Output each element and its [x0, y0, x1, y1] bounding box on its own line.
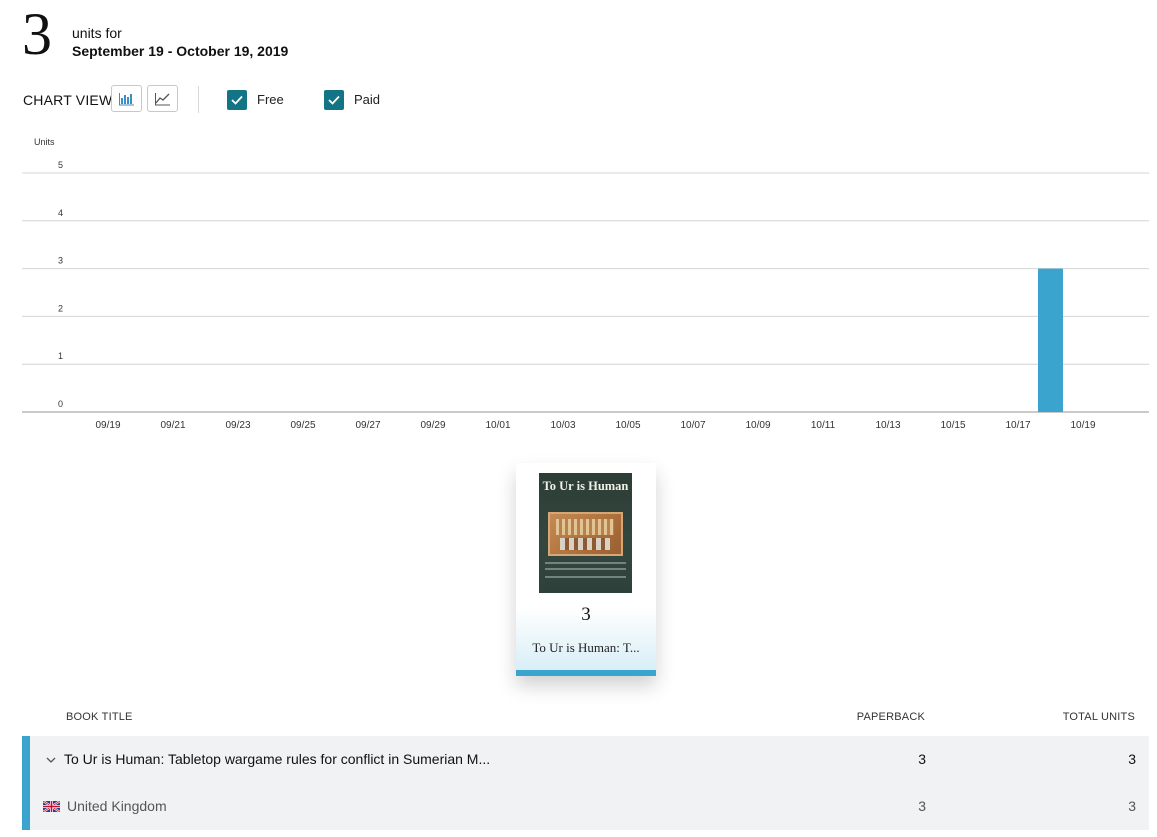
book-card[interactable]: To Ur is Human 3 To Ur is Human: T... [516, 463, 656, 676]
x-tick-label: 10/01 [485, 420, 510, 431]
y-tick-label: 4 [58, 208, 63, 218]
x-tick-label: 09/23 [225, 420, 250, 431]
chart-bars [1038, 268, 1063, 412]
book-row-group: To Ur is Human: Tabletop wargame rules f… [22, 736, 1149, 830]
book-cover-image: To Ur is Human [539, 473, 632, 593]
x-tick-label: 09/25 [290, 420, 315, 431]
paperback-cell: 3 [918, 751, 926, 767]
x-tick-label: 10/11 [811, 420, 836, 431]
column-header-book-title[interactable]: BOOK TITLE [66, 711, 133, 723]
book-cover-art [548, 512, 623, 556]
date-range: September 19 - October 19, 2019 [72, 43, 289, 59]
chart-bar[interactable] [1038, 268, 1063, 412]
chart-view-label: CHART VIEW [23, 92, 113, 108]
line-chart-view-button[interactable] [147, 85, 178, 112]
x-tick-label: 09/27 [355, 420, 380, 431]
x-tick-label: 09/29 [420, 420, 445, 431]
uk-flag-icon [43, 801, 60, 812]
chart-toolbar: CHART VIEW Free Paid [22, 84, 522, 114]
book-card-units: 3 [581, 604, 591, 625]
checkmark-icon [231, 95, 243, 105]
y-tick-label: 3 [58, 256, 63, 266]
x-tick-label: 10/09 [745, 420, 770, 431]
y-axis-label: Units [34, 137, 55, 147]
country-name-cell: United Kingdom [67, 798, 167, 814]
paid-checkbox-label[interactable]: Paid [354, 92, 380, 107]
chart-gridlines: 0 1 2 3 4 5 [22, 160, 1149, 413]
x-tick-label: 10/03 [550, 420, 575, 431]
table-header: BOOK TITLE PAPERBACK TOTAL UNITS [22, 705, 1149, 729]
column-header-total-units[interactable]: TOTAL UNITS [1063, 711, 1135, 723]
x-tick-label: 09/21 [160, 420, 185, 431]
total-units-number: 3 [22, 1, 52, 67]
paperback-cell: 3 [918, 798, 926, 814]
table-row[interactable]: To Ur is Human: Tabletop wargame rules f… [30, 736, 1149, 783]
x-tick-label: 10/13 [875, 420, 900, 431]
checkmark-icon [328, 95, 340, 105]
book-cover-title: To Ur is Human [542, 479, 629, 493]
column-header-paperback[interactable]: PAPERBACK [857, 711, 925, 723]
y-tick-label: 0 [58, 399, 63, 409]
x-tick-label: 10/15 [940, 420, 965, 431]
book-cover-subtitle-lines [545, 562, 626, 564]
y-tick-label: 5 [58, 160, 63, 170]
toolbar-divider [198, 86, 199, 113]
free-checkbox[interactable] [227, 90, 247, 110]
x-tick-label: 09/19 [95, 420, 120, 431]
x-tick-label: 10/05 [615, 420, 640, 431]
total-units-cell: 3 [1128, 751, 1136, 767]
y-tick-label: 2 [58, 303, 63, 313]
x-tick-label: 10/07 [680, 420, 705, 431]
bar-chart-icon [118, 92, 134, 105]
free-checkbox-label[interactable]: Free [257, 92, 284, 107]
line-chart-icon [154, 92, 170, 105]
y-tick-label: 1 [58, 351, 63, 361]
chevron-down-icon[interactable] [46, 751, 56, 769]
book-card-title: To Ur is Human: T... [532, 640, 640, 655]
table-row: United Kingdom 3 3 [30, 783, 1149, 830]
paid-checkbox[interactable] [324, 90, 344, 110]
book-title-cell: To Ur is Human: Tabletop wargame rules f… [64, 751, 491, 767]
x-tick-label: 10/17 [1005, 420, 1030, 431]
units-for-label: units for [72, 25, 122, 41]
units-bar-chart: Units 012345 09/19 09/21 09/23 09/25 09/27 09… [22, 137, 1149, 431]
chart-x-ticks: 09/19 09/21 09/23 09/25 09/27 09/29 10/01 10/03… [95, 420, 1095, 431]
bar-chart-view-button[interactable] [111, 85, 142, 112]
x-tick-label: 10/19 [1070, 420, 1095, 431]
total-units-cell: 3 [1128, 798, 1136, 814]
